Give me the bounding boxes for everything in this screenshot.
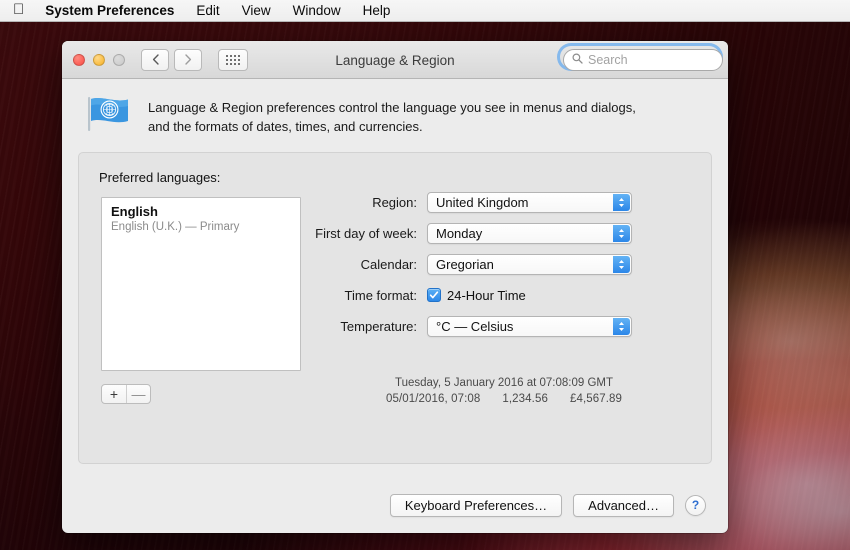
search-focus-ring: Search: [560, 46, 723, 71]
checkmark-icon: [429, 291, 439, 299]
chevron-updown-icon: [613, 317, 630, 335]
preview-currency: £4,567.89: [569, 393, 623, 405]
calendar-label: Calendar:: [360, 256, 417, 272]
description-line-2: and the formats of dates, times, and cur…: [148, 119, 423, 134]
remove-language-button[interactable]: —: [126, 385, 150, 403]
description-text: Language & Region preferences control th…: [148, 95, 636, 136]
region-value: United Kingdom: [436, 194, 529, 210]
keyboard-preferences-button[interactable]: Keyboard Preferences…: [389, 493, 563, 517]
first-day-label: First day of week:: [315, 225, 417, 241]
calendar-select[interactable]: Gregorian: [427, 253, 632, 275]
advanced-button[interactable]: Advanced…: [573, 493, 674, 517]
search-input[interactable]: Search: [563, 49, 723, 71]
24-hour-time-label: 24-Hour Time: [447, 287, 526, 303]
grid-icon: [226, 54, 240, 65]
show-all-button[interactable]: [218, 48, 248, 71]
forward-button[interactable]: [174, 48, 202, 71]
chevron-updown-icon: [613, 193, 630, 211]
chevron-right-icon: [184, 54, 192, 65]
preview-formats-row: 05/01/2016, 07:08 1,234.56 £4,567.89: [311, 391, 697, 407]
chevron-left-icon: [152, 54, 159, 65]
menu-item-view[interactable]: View: [231, 0, 282, 21]
temperature-row: Temperature: °C — Celsius: [311, 315, 697, 337]
preferred-languages-label: Preferred languages:: [99, 170, 221, 185]
menu-item-window[interactable]: Window: [282, 0, 352, 21]
back-button[interactable]: [141, 48, 169, 71]
close-button[interactable]: [73, 53, 85, 66]
window-title-bar[interactable]: Language & Region Search: [62, 41, 728, 79]
format-preview: Tuesday, 5 January 2016 at 07:08:09 GMT …: [311, 375, 697, 407]
add-language-button[interactable]: +: [102, 385, 126, 403]
search-icon: [572, 51, 583, 69]
apple-logo-icon[interactable]: : [11, 0, 34, 20]
first-day-value: Monday: [436, 225, 483, 241]
region-label: Region:: [372, 194, 417, 210]
search-placeholder: Search: [588, 53, 628, 67]
time-format-checkbox-group[interactable]: 24-Hour Time: [427, 288, 526, 303]
menu-item-edit[interactable]: Edit: [185, 0, 230, 21]
calendar-row: Calendar: Gregorian: [311, 253, 697, 275]
region-row: Region: United Kingdom: [311, 191, 697, 213]
time-format-row: Time format: 24-Hour Time: [311, 284, 697, 306]
preferred-languages-list[interactable]: English English (U.K.) — Primary: [101, 197, 301, 371]
chevron-updown-icon: [613, 224, 630, 242]
traffic-lights: [73, 53, 125, 66]
region-settings-form: Region: United Kingdom First day of week…: [311, 191, 697, 346]
window-body: Language & Region preferences control th…: [62, 79, 728, 464]
temperature-label: Temperature:: [340, 318, 417, 334]
menu-bar:  System Preferences Edit View Window He…: [0, 0, 850, 22]
help-button[interactable]: ?: [685, 494, 706, 516]
chevron-updown-icon: [613, 255, 630, 273]
preview-short-date: 05/01/2016, 07:08: [385, 393, 481, 405]
preview-number: 1,234.56: [502, 393, 548, 405]
language-name: English: [111, 204, 158, 219]
un-flag-icon: [86, 95, 132, 133]
description-line-1: Language & Region preferences control th…: [148, 100, 636, 115]
calendar-value: Gregorian: [436, 256, 494, 272]
preview-long-date: Tuesday, 5 January 2016 at 07:08:09 GMT: [395, 377, 613, 389]
zoom-button: [113, 53, 125, 66]
language-detail: English (U.K.) — Primary: [111, 221, 240, 233]
temperature-value: °C — Celsius: [436, 318, 514, 334]
minimize-button[interactable]: [93, 53, 105, 66]
24-hour-time-checkbox[interactable]: [427, 288, 441, 302]
region-select[interactable]: United Kingdom: [427, 191, 632, 213]
language-region-window: Language & Region Search Language & Regi…: [62, 41, 728, 533]
menu-item-system-preferences[interactable]: System Preferences: [34, 0, 185, 21]
first-day-row: First day of week: Monday: [311, 222, 697, 244]
navigation-buttons: [141, 48, 248, 71]
settings-panel: Preferred languages: English English (U.…: [78, 152, 712, 464]
add-remove-language-control: + —: [101, 384, 151, 404]
first-day-select[interactable]: Monday: [427, 222, 632, 244]
preference-description: Language & Region preferences control th…: [76, 79, 714, 136]
temperature-select[interactable]: °C — Celsius: [427, 315, 632, 337]
menu-item-help[interactable]: Help: [352, 0, 402, 21]
time-format-label: Time format:: [344, 287, 417, 303]
list-item[interactable]: English English (U.K.) — Primary: [102, 198, 300, 235]
window-footer: Keyboard Preferences… Advanced… ?: [62, 477, 728, 533]
